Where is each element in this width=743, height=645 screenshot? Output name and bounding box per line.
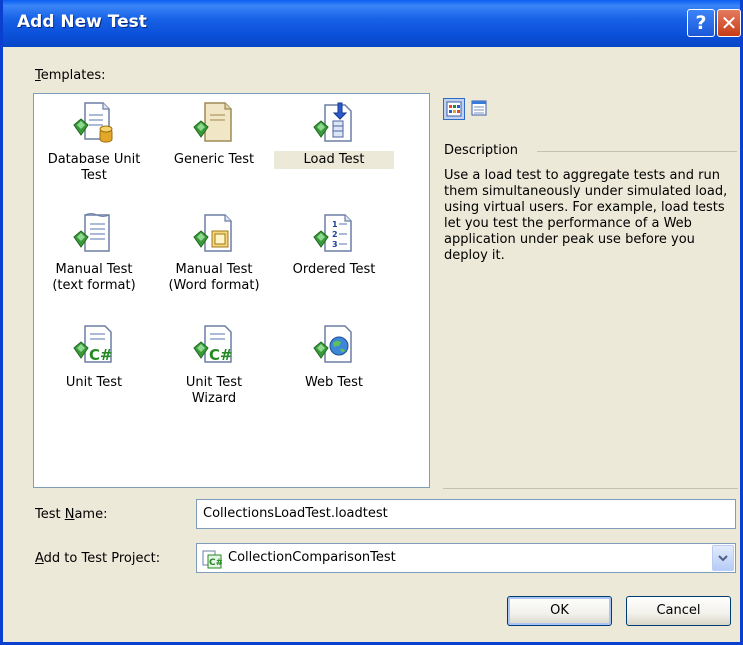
template-label: Generic Test xyxy=(173,152,255,167)
web-test-icon xyxy=(313,325,352,363)
template-label: Database Unit Test xyxy=(47,152,141,183)
manual-test-text-icon xyxy=(73,213,110,252)
description-bottom-divider xyxy=(443,488,738,489)
large-icons-view-button[interactable] xyxy=(443,98,465,120)
small-icons-view-button[interactable] xyxy=(469,98,491,120)
load-test-icon xyxy=(313,102,352,142)
dropdown-button[interactable] xyxy=(712,545,734,571)
chevron-down-icon xyxy=(718,555,728,562)
large-icons-icon xyxy=(446,101,462,117)
template-generic-test[interactable]: Generic Test xyxy=(154,101,274,169)
template-web-test[interactable]: Web Test xyxy=(274,324,394,392)
test-project-dropdown[interactable]: C# CollectionComparisonTest xyxy=(196,543,736,573)
small-icons-icon xyxy=(471,100,487,116)
dialog-title: Add New Test xyxy=(17,12,147,32)
database-unit-test-icon xyxy=(73,102,113,143)
templates-label-rest: emplates: xyxy=(40,68,106,83)
unit-test-wizard-icon: C# xyxy=(193,325,233,364)
templates-list[interactable]: Database Unit Test Generic Test Load Tes… xyxy=(33,93,430,488)
ordered-test-icon: 1 2 3 xyxy=(313,214,352,252)
close-button[interactable]: ✕ xyxy=(717,9,741,37)
title-bar[interactable]: Add New Test ? ✕ xyxy=(3,0,741,47)
template-label: Manual Test (text format) xyxy=(52,262,136,293)
templates-label: Templates: xyxy=(35,68,105,83)
description-divider xyxy=(537,151,737,152)
svg-text:C#: C# xyxy=(209,346,233,364)
csharp-project-icon: C# xyxy=(202,550,222,569)
cancel-button[interactable]: Cancel xyxy=(626,596,731,626)
description-heading: Description xyxy=(444,143,519,158)
generic-test-icon xyxy=(193,102,232,142)
svg-text:2: 2 xyxy=(332,230,338,239)
template-label: Manual Test (Word format) xyxy=(168,262,260,293)
add-to-test-project-label: Add to Test Project: xyxy=(35,551,161,566)
template-label: Unit Test Wizard xyxy=(185,375,243,406)
test-project-value: CollectionComparisonTest xyxy=(228,550,396,565)
add-new-test-dialog: Add New Test ? ✕ Templates: Database Uni… xyxy=(0,0,743,645)
svg-text:C#: C# xyxy=(89,346,113,364)
template-load-test[interactable]: Load Test xyxy=(274,101,394,169)
description-text: Use a load test to aggregate tests and r… xyxy=(444,168,728,263)
svg-text:C#: C# xyxy=(209,558,222,568)
manual-test-word-icon xyxy=(193,214,232,252)
ok-button[interactable]: OK xyxy=(507,596,612,626)
svg-text:1: 1 xyxy=(332,220,338,229)
help-button[interactable]: ? xyxy=(687,9,715,37)
template-manual-test-word[interactable]: Manual Test (Word format) xyxy=(154,211,274,295)
unit-test-icon: C# xyxy=(73,325,113,364)
template-unit-test[interactable]: C# Unit Test xyxy=(34,324,154,392)
template-label: Ordered Test xyxy=(292,262,376,277)
template-label: Unit Test xyxy=(65,375,123,390)
template-label: Load Test xyxy=(274,151,394,169)
svg-text:3: 3 xyxy=(332,240,338,249)
test-name-input[interactable]: CollectionsLoadTest.loadtest xyxy=(196,499,736,529)
template-manual-test-text[interactable]: Manual Test (text format) xyxy=(34,211,154,295)
test-name-label: Test Name: xyxy=(35,507,108,522)
template-ordered-test[interactable]: 1 2 3 Ordered Test xyxy=(274,211,394,279)
template-database-unit-test[interactable]: Database Unit Test xyxy=(34,101,154,185)
template-label: Web Test xyxy=(304,375,364,390)
template-unit-test-wizard[interactable]: C# Unit Test Wizard xyxy=(154,324,274,408)
